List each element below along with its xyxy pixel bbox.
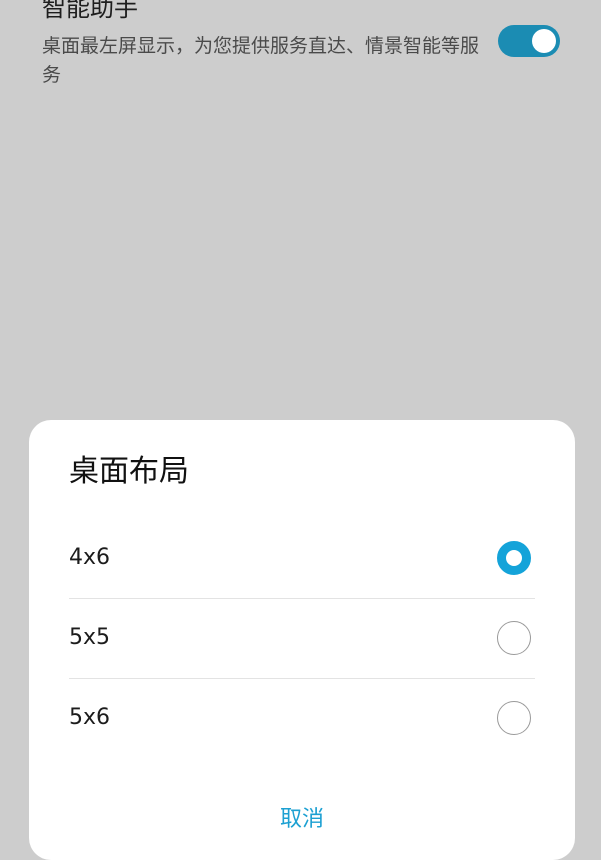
option-label: 5x6: [69, 705, 111, 730]
option-label: 4x6: [69, 545, 111, 570]
setting-description: 桌面最左屏显示，为您提供服务直达、情景智能等服务: [42, 35, 480, 86]
smart-assistant-toggle[interactable]: [498, 25, 560, 57]
radio-selected-icon[interactable]: [497, 541, 531, 575]
setting-title: 智能助手: [42, 0, 138, 22]
option-4x6[interactable]: 4x6: [69, 518, 535, 598]
option-5x5[interactable]: 5x5: [69, 598, 535, 678]
radio-unselected-icon[interactable]: [497, 621, 531, 655]
toggle-knob: [532, 29, 556, 53]
option-label: 5x5: [69, 625, 111, 650]
dialog-title: 桌面布局: [69, 454, 189, 489]
desktop-layout-dialog: 桌面布局 4x6 5x5 5x6 取消: [29, 420, 575, 860]
smart-assistant-setting: 智能助手 桌面最左屏显示，为您提供服务直达、情景智能等服务: [0, 0, 601, 120]
radio-unselected-icon[interactable]: [497, 701, 531, 735]
cancel-button[interactable]: 取消: [29, 800, 575, 840]
option-5x6[interactable]: 5x6: [69, 678, 535, 758]
